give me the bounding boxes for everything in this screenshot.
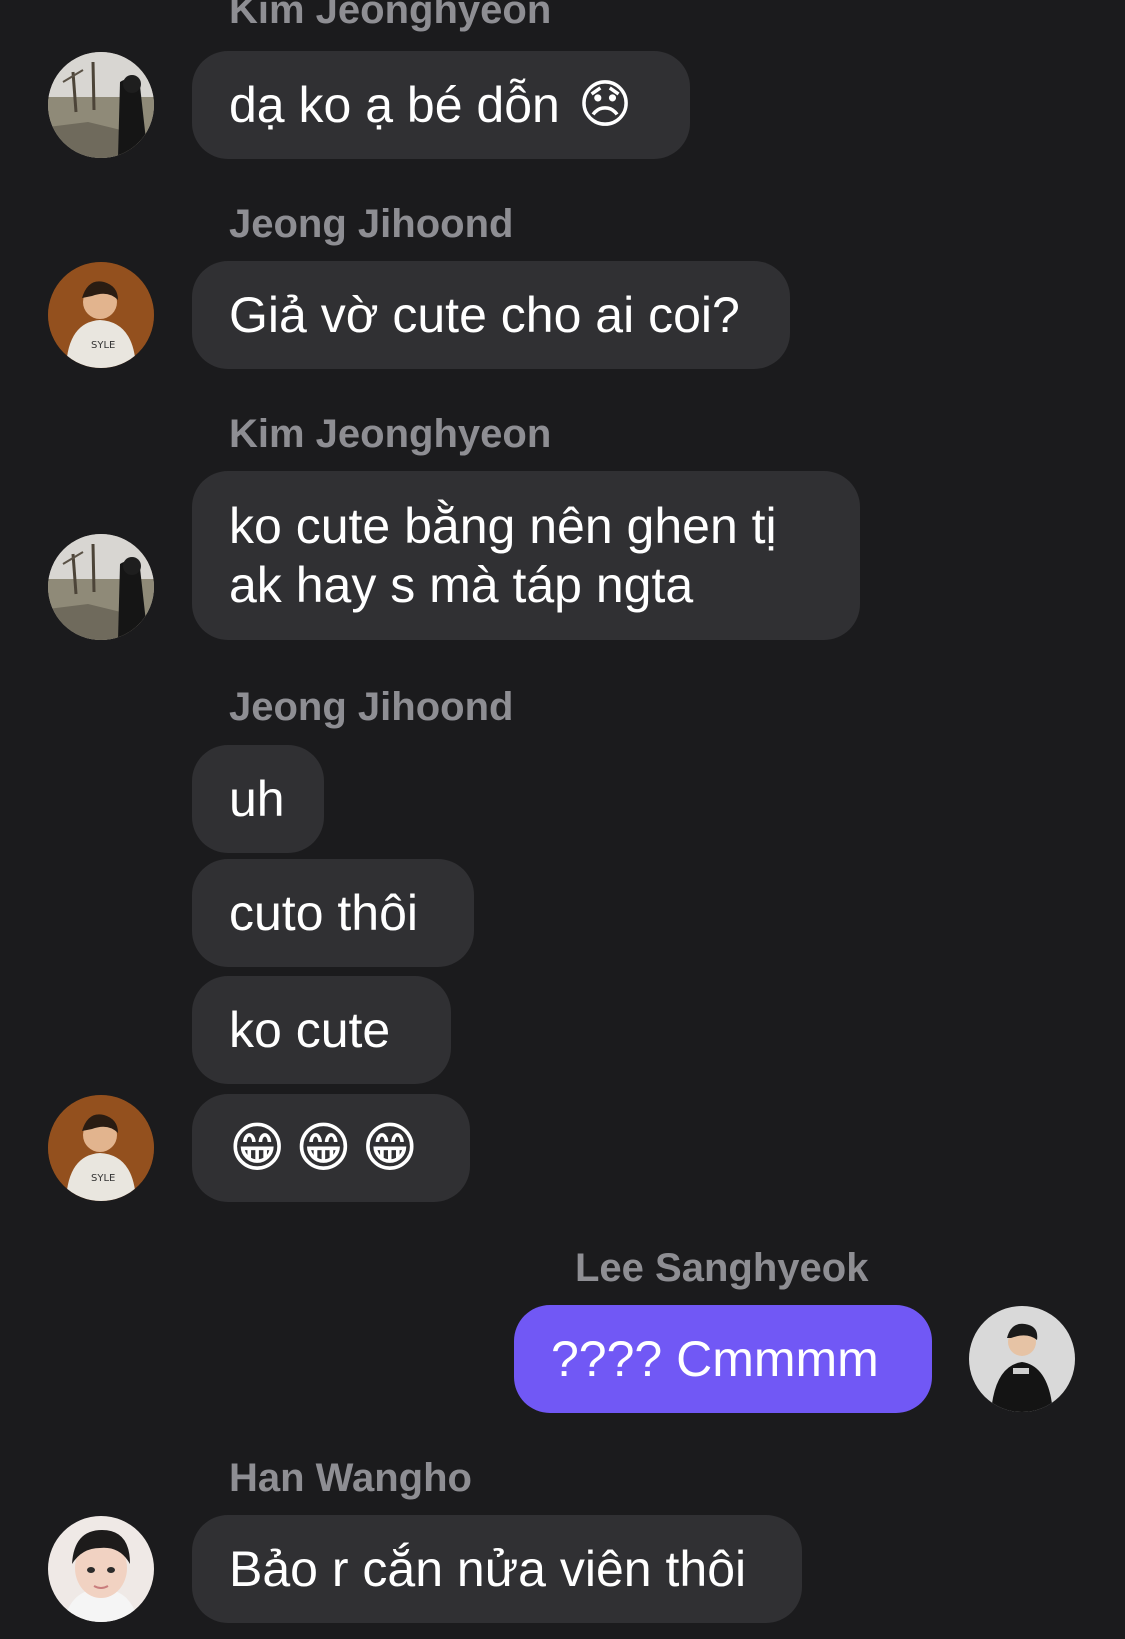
message-text: Bảo r cắn nửa viên thôi <box>229 1540 747 1597</box>
sender-name: Jeong Jihoond <box>229 202 514 246</box>
svg-text:SYLE: SYLE <box>91 340 115 351</box>
message-text-line: ak hay s mà táp ngta <box>229 556 694 613</box>
landscape-avatar-icon[interactable] <box>48 52 154 158</box>
message-bubble[interactable]: ko cute <box>192 976 451 1084</box>
message-bubble[interactable]: dạ ko ạ bé dỗn 😞 <box>192 51 690 159</box>
sender-name: Kim Jeonghyeon <box>229 412 552 456</box>
message-bubble[interactable]: ko cute bằng nên ghen tị ak hay s mà táp… <box>192 471 860 640</box>
message-bubble[interactable]: cuto thôi <box>192 859 474 967</box>
portrait-avatar-icon[interactable]: SYLE <box>48 1095 154 1201</box>
svg-text:SYLE: SYLE <box>91 1173 115 1184</box>
portrait-avatar-icon[interactable]: SYLE <box>48 262 154 368</box>
sender-name: Han Wangho <box>229 1456 472 1500</box>
message-text: ???? Cmmmm <box>551 1330 879 1387</box>
message-bubble-outgoing[interactable]: ???? Cmmmm <box>514 1305 932 1413</box>
message-text: cuto thôi <box>229 884 419 941</box>
portrait-avatar-icon[interactable] <box>48 1516 154 1622</box>
grinning-face-icon: 😁 <box>361 1117 418 1178</box>
portrait-avatar-icon[interactable] <box>969 1306 1075 1412</box>
message-text: Giả vờ cute cho ai coi? <box>229 286 740 343</box>
disappointed-face-icon: 😞 <box>577 75 633 134</box>
emoji-message-bubble[interactable]: 😁 😁 😁 <box>192 1094 470 1202</box>
message-text: dạ ko ạ bé dỗn <box>229 76 560 133</box>
message-text: ko cute <box>229 1001 391 1058</box>
message-text: uh <box>229 770 285 827</box>
message-bubble[interactable]: Bảo r cắn nửa viên thôi <box>192 1515 802 1623</box>
sender-name: Lee Sanghyeok <box>575 1246 869 1290</box>
message-bubble[interactable]: Giả vờ cute cho ai coi? <box>192 261 790 369</box>
sender-name: Kim Jeonghyeon <box>229 0 552 32</box>
landscape-avatar-icon[interactable] <box>48 534 154 640</box>
message-text-line: ko cute bằng nên ghen tị <box>229 497 777 554</box>
sender-name: Jeong Jihoond <box>229 685 514 729</box>
grinning-face-icon: 😁 <box>295 1117 352 1178</box>
grinning-face-icon: 😁 <box>229 1117 286 1178</box>
message-bubble[interactable]: uh <box>192 745 324 853</box>
